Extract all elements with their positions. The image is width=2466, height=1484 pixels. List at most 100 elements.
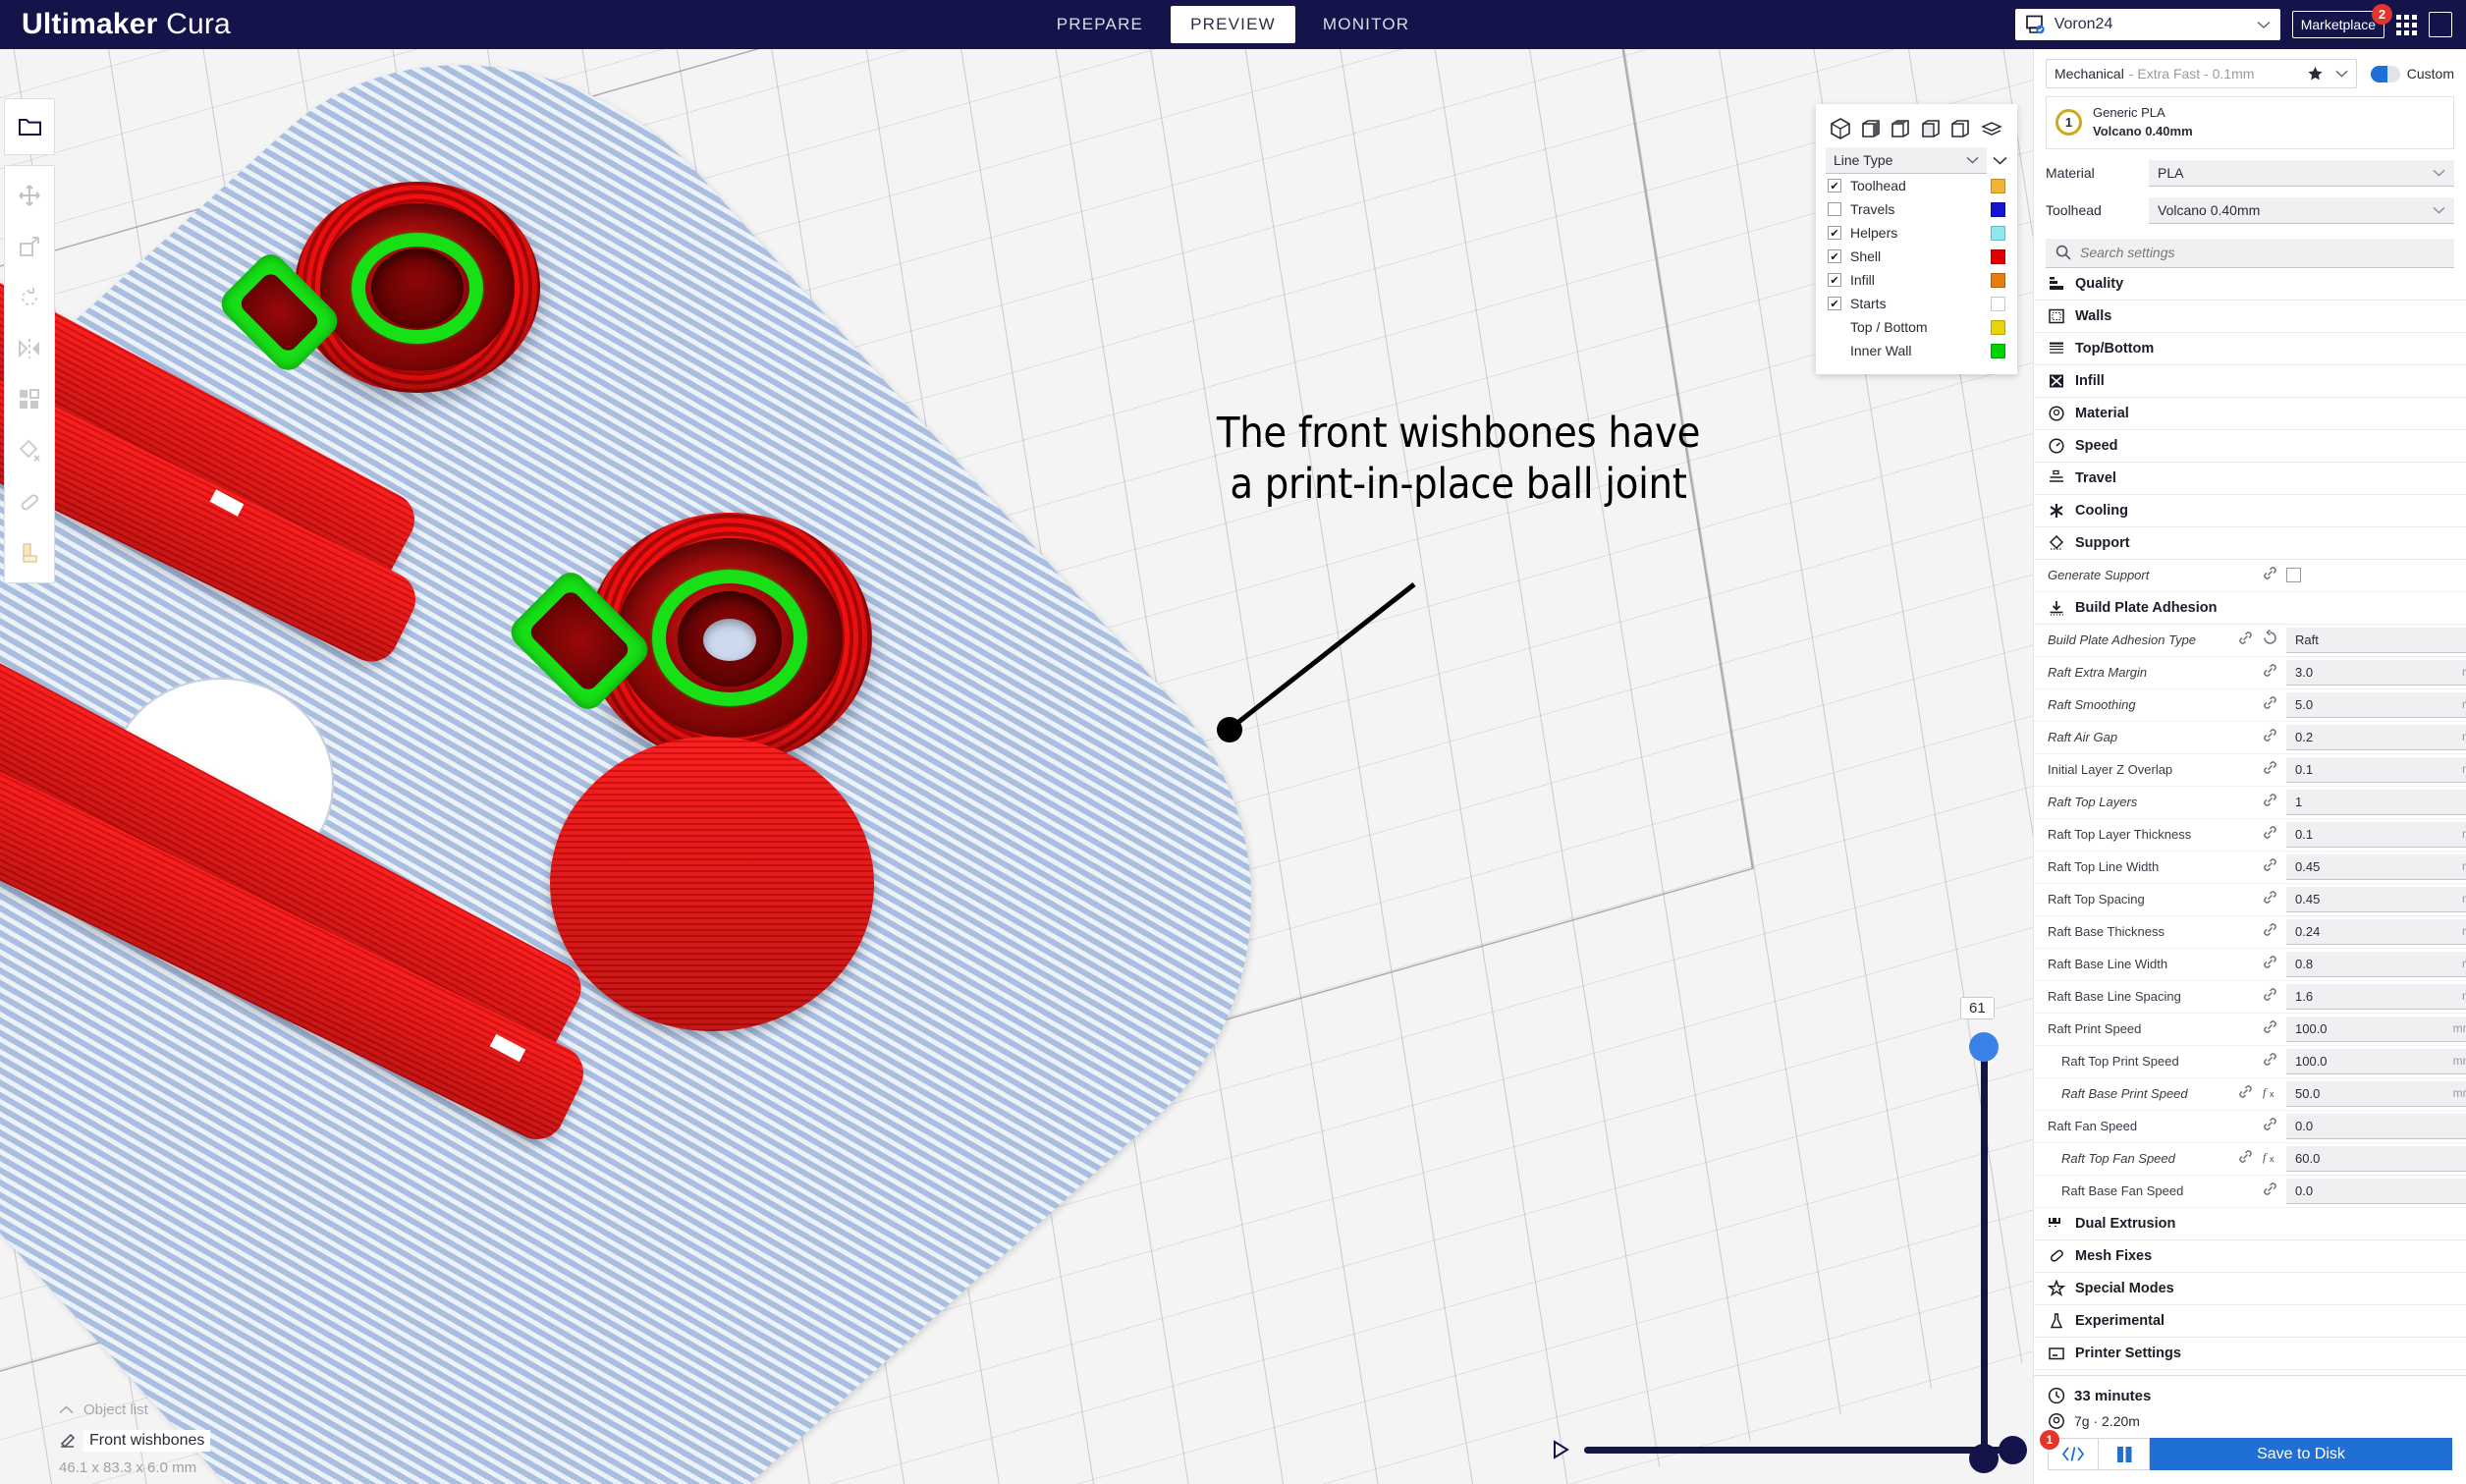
search-input[interactable] <box>2080 245 2444 260</box>
link-icon[interactable] <box>2237 630 2254 651</box>
setting-value-field[interactable]: 0.24mm <box>2286 919 2466 945</box>
formula-icon[interactable]: fx <box>2262 1148 2278 1170</box>
profile-selector[interactable]: Mechanical - Extra Fast - 0.1mm <box>2046 59 2357 88</box>
orient-icon[interactable] <box>5 527 54 578</box>
settings-category-experimental[interactable]: Experimental <box>2034 1305 2466 1338</box>
legend-row[interactable]: ✔Shell <box>1816 245 2017 268</box>
link-icon[interactable] <box>2237 1083 2254 1105</box>
settings-category-quality[interactable]: Quality <box>2034 268 2466 301</box>
link-icon[interactable] <box>2262 954 2278 975</box>
settings-category-walls[interactable]: Walls <box>2034 301 2466 333</box>
setting-value-field[interactable]: 5.0mm <box>2286 692 2466 718</box>
view-top-icon[interactable] <box>1890 118 1911 139</box>
legend-row[interactable]: Inner Wall <box>1816 339 2017 362</box>
settings-list[interactable]: QualityWallsTop/BottomInfillMaterialSpee… <box>2034 268 2466 1375</box>
3d-viewport[interactable]: The front wishbones have a print-in-plac… <box>0 49 2033 1484</box>
chevron-down-icon[interactable] <box>2335 70 2348 78</box>
setting-value-field[interactable]: 50.0mm/s <box>2286 1081 2466 1107</box>
legend-checkbox[interactable]: ✔ <box>1828 273 1841 287</box>
layer-view-icon[interactable] <box>1980 121 2003 137</box>
object-list-item[interactable]: Front wishbones <box>59 1430 354 1452</box>
tab-prepare[interactable]: PREPARE <box>1037 6 1163 43</box>
link-icon[interactable] <box>2262 856 2278 878</box>
settings-category-support[interactable]: Support <box>2034 527 2466 560</box>
settings-category-cooling[interactable]: Cooling <box>2034 495 2466 527</box>
setting-value-field[interactable]: 60.0% <box>2286 1146 2466 1172</box>
setting-value-field[interactable]: 1.6mm <box>2286 984 2466 1010</box>
view-right-icon[interactable] <box>1949 118 1971 139</box>
legend-row[interactable]: Travels <box>1816 197 2017 221</box>
pause-button[interactable] <box>2099 1438 2150 1470</box>
preview-gcode-button[interactable]: 1 <box>2048 1438 2099 1470</box>
link-icon[interactable] <box>2262 759 2278 781</box>
open-file-icon[interactable] <box>5 99 54 154</box>
settings-category-mesh-fixes[interactable]: Mesh Fixes <box>2034 1240 2466 1273</box>
legend-row[interactable]: ✔Toolhead <box>1816 174 2017 197</box>
settings-category-top-bottom[interactable]: Top/Bottom <box>2034 333 2466 365</box>
legend-collapse-icon[interactable] <box>1993 156 2007 165</box>
link-icon[interactable] <box>2262 921 2278 943</box>
support-blocker-icon[interactable] <box>5 425 54 476</box>
link-icon[interactable] <box>2262 792 2278 813</box>
settings-category-travel[interactable]: Travel <box>2034 463 2466 495</box>
setting-value-field[interactable]: 1 <box>2286 790 2466 815</box>
tab-preview[interactable]: PREVIEW <box>1171 6 1295 43</box>
marketplace-button[interactable]: Marketplace <box>2292 11 2384 38</box>
legend-row[interactable]: Top / Bottom <box>1816 315 2017 339</box>
link-icon[interactable] <box>2262 662 2278 684</box>
setting-value-field[interactable]: 100.0mm/s <box>2286 1049 2466 1074</box>
move-icon[interactable] <box>5 170 54 221</box>
printer-selector[interactable]: Voron24 <box>2015 9 2280 40</box>
custom-mode-toggle[interactable] <box>2371 66 2400 82</box>
link-icon[interactable] <box>2262 694 2278 716</box>
formula-icon[interactable]: fx <box>2262 1083 2278 1105</box>
legend-checkbox[interactable]: ✔ <box>1828 179 1841 192</box>
view-left-icon[interactable] <box>1920 118 1942 139</box>
view-front-icon[interactable] <box>1860 118 1882 139</box>
setting-value-field[interactable]: Raft <box>2286 628 2466 653</box>
legend-checkbox[interactable] <box>1828 202 1841 216</box>
material-select[interactable]: PLA <box>2149 160 2454 187</box>
mirror-icon[interactable] <box>5 323 54 374</box>
path-slider-track[interactable] <box>1584 1447 2013 1454</box>
mesh-tools-icon[interactable] <box>5 476 54 527</box>
rotate-icon[interactable] <box>5 272 54 323</box>
legend-row[interactable]: ✔Starts <box>1816 292 2017 315</box>
link-icon[interactable] <box>2262 1051 2278 1072</box>
setting-value-field[interactable]: 0.1mm <box>2286 757 2466 783</box>
legend-row[interactable]: ✔Helpers <box>1816 221 2017 245</box>
color-scheme-select[interactable]: Line Type <box>1826 147 1987 174</box>
setting-value-field[interactable]: 0.1mm <box>2286 822 2466 848</box>
legend-checkbox[interactable]: ✔ <box>1828 249 1841 263</box>
settings-category-printer-settings[interactable]: Printer Settings <box>2034 1338 2466 1370</box>
plugins-grid-icon[interactable] <box>2396 15 2417 35</box>
per-model-settings-icon[interactable] <box>5 374 54 425</box>
setting-checkbox[interactable] <box>2286 568 2301 582</box>
link-icon[interactable] <box>2262 986 2278 1008</box>
favorite-star-icon[interactable] <box>2307 66 2324 82</box>
object-list-header[interactable]: Object list <box>59 1402 354 1418</box>
play-icon[interactable] <box>1552 1440 1570 1459</box>
search-settings-row[interactable] <box>2046 239 2454 268</box>
revert-icon[interactable] <box>2262 630 2278 651</box>
setting-value-field[interactable]: 0.0% <box>2286 1179 2466 1204</box>
legend-checkbox[interactable]: ✔ <box>1828 297 1841 310</box>
settings-category-special-modes[interactable]: Special Modes <box>2034 1273 2466 1305</box>
setting-value-field[interactable]: 100.0mm/s <box>2286 1017 2466 1042</box>
save-to-disk-button[interactable]: Save to Disk <box>2150 1438 2452 1470</box>
link-icon[interactable] <box>2262 565 2278 586</box>
settings-category-material[interactable]: Material <box>2034 398 2466 430</box>
layer-slider[interactable]: 61 <box>1952 992 2011 1483</box>
path-slider-handle[interactable] <box>1999 1436 2027 1464</box>
link-icon[interactable] <box>2262 889 2278 910</box>
link-icon[interactable] <box>2262 1116 2278 1137</box>
view-3d-icon[interactable] <box>1830 118 1851 139</box>
setting-value-field[interactable]: 3.0mm <box>2286 660 2466 686</box>
path-slider[interactable] <box>1552 1433 2013 1466</box>
layer-slider-track[interactable] <box>1981 1047 1988 1459</box>
setting-value-field[interactable]: 0.45mm <box>2286 887 2466 912</box>
link-icon[interactable] <box>2262 727 2278 748</box>
toolhead-select[interactable]: Volcano 0.40mm <box>2149 197 2454 224</box>
setting-value-field[interactable]: 0.0% <box>2286 1114 2466 1139</box>
settings-category-speed[interactable]: Speed <box>2034 430 2466 463</box>
